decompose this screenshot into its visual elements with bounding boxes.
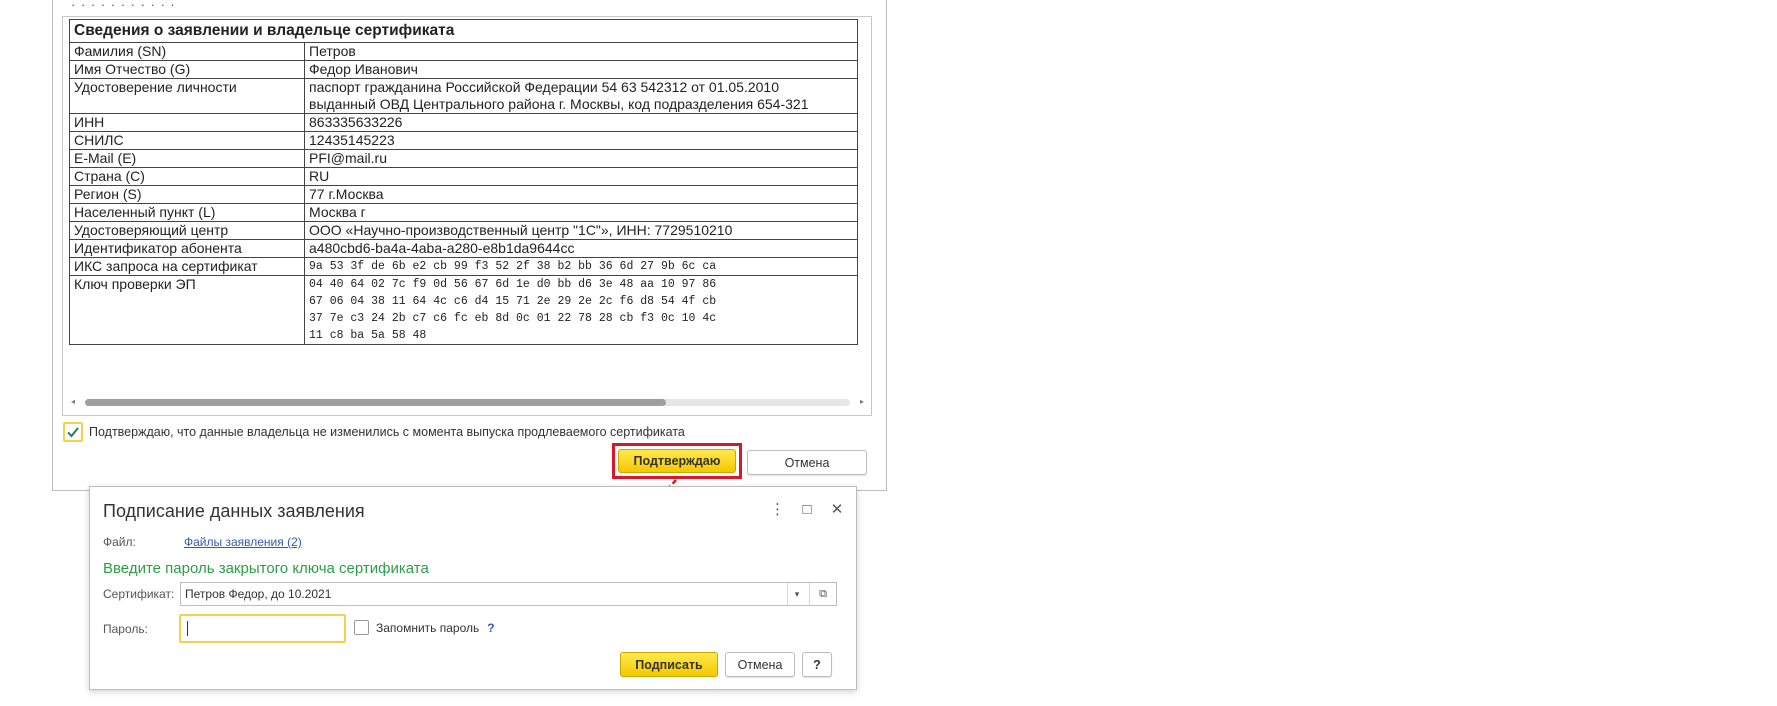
row-value-line: 67 06 04 38 11 64 4c c6 d4 15 71 2e 29 2… <box>309 295 717 308</box>
row-label: Фамилия (SN) <box>69 42 305 61</box>
row-label: Населенный пункт (L) <box>69 203 305 222</box>
password-label: Пароль: <box>103 622 148 636</box>
row-value: PFI@mail.ru <box>304 149 858 168</box>
row-value: 04 40 64 02 7c f9 0d 56 67 6d 1e d0 bb d… <box>304 275 858 345</box>
row-value: ООО «Научно-производственный центр "1С"»… <box>304 221 858 240</box>
scroll-thumb[interactable] <box>85 399 667 406</box>
table-row: Удостоверяющий центр ООО «Научно-производ… <box>69 221 858 240</box>
row-label: СНИЛС <box>69 131 305 150</box>
row-value: RU <box>304 167 858 186</box>
sign-button[interactable]: Подписать <box>620 652 718 677</box>
file-label: Файл: <box>103 535 136 549</box>
scroll-right-icon[interactable]: ▸ <box>860 397 864 407</box>
row-label: ИНН <box>69 113 305 132</box>
row-value: 77 г.Москва <box>304 185 858 204</box>
password-input[interactable] <box>179 614 346 643</box>
dropdown-arrow-icon[interactable]: ▾ <box>787 583 806 605</box>
row-label: Имя Отчество (G) <box>69 60 305 79</box>
row-label: Страна (C) <box>69 167 305 186</box>
table-row: ИКС запроса на сертификат 9a 53 3f de 6b … <box>69 257 858 276</box>
confirm-button-highlight: Подтверждаю <box>612 443 742 479</box>
row-value-line: 04 40 64 02 7c f9 0d 56 67 6d 1e d0 bb d… <box>309 278 717 291</box>
row-value: 863335633226 <box>304 113 858 132</box>
row-value-line: выданный ОВД Центрального района г. Моск… <box>309 96 809 112</box>
certificate-info-table: Сведения о заявлении и владельце сертифи… <box>69 19 858 345</box>
row-value: Федор Иванович <box>304 60 858 79</box>
checkmark-icon <box>67 427 79 438</box>
table-row: Фамилия (SN) Петров <box>69 42 858 61</box>
table-row: ИНН 863335633226 <box>69 113 858 132</box>
row-label: Идентификатор абонента <box>69 239 305 258</box>
scroll-left-icon[interactable]: ◂ <box>71 397 75 407</box>
cut-off-header-text: · · · · · · · · · · · <box>71 0 176 12</box>
table-row: Удостоверение личности паспорт гражданина… <box>69 78 858 114</box>
row-value: 12435145223 <box>304 131 858 150</box>
dialog-cancel-button[interactable]: Отмена <box>725 652 795 677</box>
row-value-line: 11 c8 ba 5a 58 48 <box>309 329 427 342</box>
table-row: Населенный пункт (L) Москва г <box>69 203 858 222</box>
row-value: 9a 53 3f de 6b e2 cb 99 f3 52 2f 38 b2 b… <box>304 257 858 276</box>
table-row: Регион (S) 77 г.Москва <box>69 185 858 204</box>
maximize-icon[interactable]: □ <box>800 501 814 519</box>
row-label: E-Mail (E) <box>69 149 305 168</box>
row-value: a480cbd6-ba4a-4aba-a280-e8b1da9644cc <box>304 239 858 258</box>
horizontal-scrollbar[interactable]: ◂ ▸ <box>71 397 864 407</box>
row-label: Удостоверяющий центр <box>69 221 305 240</box>
table-row: Ключ проверки ЭП 04 40 64 02 7c f9 0d 56 … <box>69 275 858 345</box>
row-label: Регион (S) <box>69 185 305 204</box>
help-question-icon[interactable]: ? <box>487 621 494 635</box>
cancel-button[interactable]: Отмена <box>747 450 867 475</box>
remember-password-checkbox[interactable] <box>354 620 369 635</box>
remember-password-row[interactable]: Запомнить пароль ? <box>354 620 495 635</box>
dialog-title: Подписание данных заявления <box>103 501 365 521</box>
text-cursor <box>187 621 188 636</box>
table-row: E-Mail (E) PFI@mail.ru <box>69 149 858 168</box>
dialog-window-controls: ⋮ □ ✕ <box>770 501 844 519</box>
certificate-request-window: · · · · · · · · · · · Сведения о заявлен… <box>52 0 887 491</box>
scroll-track[interactable] <box>85 399 850 406</box>
row-label: ИКС запроса на сертификат <box>69 257 305 276</box>
confirm-checkbox[interactable] <box>63 422 83 442</box>
row-value-line: 37 7e c3 24 2b c7 c6 fc eb 8d 0c 01 22 7… <box>309 312 717 325</box>
open-certificate-icon[interactable]: ⧉ <box>809 583 836 605</box>
confirm-button[interactable]: Подтверждаю <box>618 449 736 473</box>
row-label: Ключ проверки ЭП <box>69 275 305 345</box>
certificate-info-document: Сведения о заявлении и владельце сертифи… <box>62 16 872 416</box>
remember-password-label: Запомнить пароль <box>376 620 480 635</box>
row-value-line: паспорт гражданина Российской Федерации … <box>309 79 779 95</box>
row-value: паспорт гражданина Российской Федерации … <box>304 78 858 114</box>
password-hint: Введите пароль закрытого ключа сертифика… <box>103 560 429 577</box>
application-files-link[interactable]: Файлы заявления (2) <box>184 535 302 549</box>
row-label: Удостоверение личности <box>69 78 305 114</box>
table-title: Сведения о заявлении и владельце сертифи… <box>69 19 858 43</box>
confirm-checkbox-label: Подтверждаю, что данные владельца не изм… <box>89 425 685 439</box>
sign-application-dialog: Подписание данных заявления ⋮ □ ✕ Файл: … <box>89 486 857 690</box>
more-actions-icon[interactable]: ⋮ <box>770 501 785 519</box>
dialog-help-button[interactable]: ? <box>802 652 832 677</box>
certificate-value: Петров Федор, до 10.2021 <box>185 587 332 601</box>
table-row: СНИЛС 12435145223 <box>69 131 858 150</box>
confirm-owner-data-row[interactable]: Подтверждаю, что данные владельца не изм… <box>63 422 685 442</box>
certificate-select[interactable]: Петров Федор, до 10.2021 ▾ ⧉ <box>180 582 837 606</box>
row-value: Москва г <box>304 203 858 222</box>
row-value: Петров <box>304 42 858 61</box>
table-row: Страна (C) RU <box>69 167 858 186</box>
close-icon[interactable]: ✕ <box>830 501 844 519</box>
table-row: Имя Отчество (G) Федор Иванович <box>69 60 858 79</box>
certificate-label: Сертификат: <box>103 587 175 601</box>
table-row: Идентификатор абонента a480cbd6-ba4a-4aba… <box>69 239 858 258</box>
